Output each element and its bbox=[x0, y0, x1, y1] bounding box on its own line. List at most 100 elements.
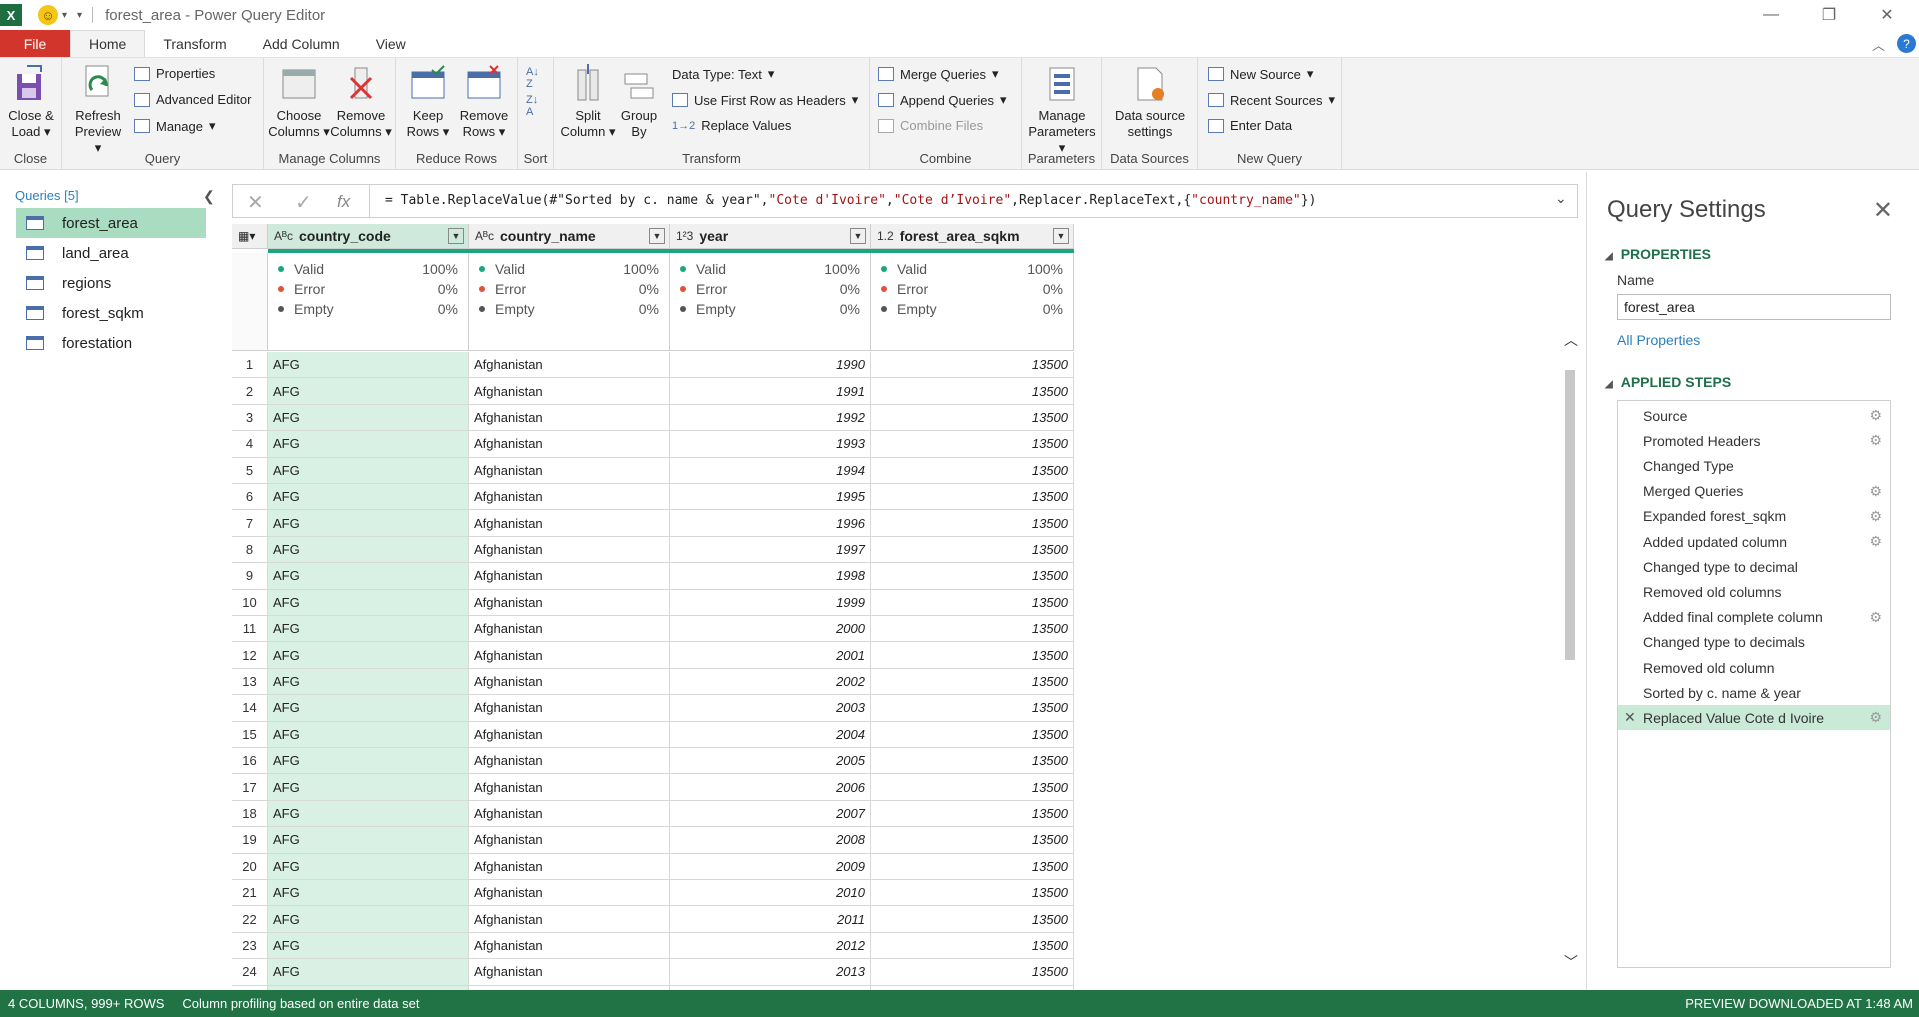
scroll-up-icon[interactable]: ︿ bbox=[1564, 330, 1578, 350]
cell-country-code[interactable]: AFG bbox=[268, 536, 469, 564]
row-number[interactable]: 11 bbox=[232, 616, 268, 643]
cell-country-code[interactable]: AFG bbox=[268, 563, 469, 590]
cell-country-name[interactable]: Afghanistan bbox=[469, 880, 670, 907]
data-type-dropdown[interactable]: Data Type: Text ▾ bbox=[672, 66, 774, 82]
cell-year[interactable]: 1994 bbox=[670, 457, 871, 484]
cell-forest-area-sqkm[interactable]: 13500 bbox=[871, 853, 1074, 880]
cell-year[interactable]: 2010 bbox=[670, 880, 871, 907]
table-row[interactable]: 15 AFG Afghanistan 2004 13500 bbox=[232, 721, 1074, 748]
applied-step[interactable]: Sorted by c. name & year bbox=[1618, 680, 1890, 705]
cell-country-name[interactable]: Afghanistan bbox=[469, 484, 670, 511]
decimal-type-icon[interactable]: 1.2 bbox=[877, 229, 894, 243]
cell-forest-area-sqkm[interactable]: 13500 bbox=[871, 457, 1074, 484]
help-icon[interactable]: ? bbox=[1897, 34, 1916, 53]
cell-country-code[interactable]: AFG bbox=[268, 906, 469, 933]
properties-button[interactable]: Properties bbox=[134, 66, 215, 81]
formula-input[interactable]: = Table.ReplaceValue(#"Sorted by c. name… bbox=[385, 193, 1316, 208]
cell-year[interactable]: 2001 bbox=[670, 642, 871, 669]
cell-year[interactable]: 1993 bbox=[670, 431, 871, 458]
cell-country-name[interactable]: Afghanistan bbox=[469, 589, 670, 616]
combine-files-button[interactable]: Combine Files bbox=[878, 118, 983, 133]
merge-queries-button[interactable]: Merge Queries ▾ bbox=[878, 66, 999, 82]
cell-country-name[interactable]: Afghanistan bbox=[469, 404, 670, 432]
table-row[interactable]: 18 AFG Afghanistan 2007 13500 bbox=[232, 800, 1074, 828]
query-item-land-area[interactable]: land_area bbox=[16, 238, 206, 268]
cell-country-code[interactable]: AFG bbox=[268, 932, 469, 960]
table-row[interactable]: 19 AFG Afghanistan 2008 13500 bbox=[232, 827, 1074, 854]
scroll-thumb[interactable] bbox=[1565, 370, 1575, 660]
cell-forest-area-sqkm[interactable]: 13500 bbox=[871, 827, 1074, 854]
cell-forest-area-sqkm[interactable]: 13500 bbox=[871, 404, 1074, 432]
cell-country-code[interactable]: AFG bbox=[268, 959, 469, 986]
column-header-country-code[interactable]: Aᴮᴄ country_code ▼ bbox=[268, 224, 469, 249]
cell-year[interactable]: 2011 bbox=[670, 906, 871, 933]
cell-country-code[interactable]: AFG bbox=[268, 510, 469, 537]
cell-forest-area-sqkm[interactable]: 13500 bbox=[871, 959, 1074, 986]
cancel-formula-icon[interactable]: ✕ bbox=[247, 190, 264, 215]
cell-country-name[interactable]: Afghanistan bbox=[469, 774, 670, 801]
commit-formula-icon[interactable]: ✓ bbox=[295, 190, 312, 215]
table-row[interactable]: 6 AFG Afghanistan 1995 13500 bbox=[232, 484, 1074, 511]
row-number[interactable]: 24 bbox=[232, 959, 268, 986]
cell-forest-area-sqkm[interactable]: 13500 bbox=[871, 721, 1074, 748]
manage-button[interactable]: Manage ▾ bbox=[134, 118, 216, 134]
filter-dropdown-icon[interactable]: ▼ bbox=[1053, 228, 1069, 244]
row-number[interactable]: 1 bbox=[232, 352, 268, 379]
number-type-icon[interactable]: 1²3 bbox=[676, 229, 693, 243]
cell-country-code[interactable]: AFG bbox=[268, 774, 469, 801]
cell-country-code[interactable]: AFG bbox=[268, 642, 469, 669]
sort-ascending-icon[interactable]: A↓ Z bbox=[526, 66, 539, 90]
step-settings-gear-icon[interactable]: ⚙ bbox=[1869, 508, 1882, 525]
cell-country-code[interactable]: AFG bbox=[268, 721, 469, 748]
cell-country-name[interactable]: Afghanistan bbox=[469, 748, 670, 775]
cell-country-code[interactable]: AFG bbox=[268, 378, 469, 405]
cell-country-name[interactable]: Afghanistan bbox=[469, 668, 670, 696]
cell-country-code[interactable]: AFG bbox=[268, 748, 469, 775]
cell-country-name[interactable]: Afghanistan bbox=[469, 563, 670, 590]
applied-step[interactable]: Expanded forest_sqkm ⚙ bbox=[1618, 504, 1890, 529]
table-row[interactable]: 21 AFG Afghanistan 2010 13500 bbox=[232, 880, 1074, 907]
cell-country-code[interactable]: AFG bbox=[268, 800, 469, 828]
close-load-button[interactable]: Close & Load ▾ bbox=[6, 64, 56, 140]
step-settings-gear-icon[interactable]: ⚙ bbox=[1869, 709, 1882, 726]
column-header-forest-area-sqkm[interactable]: 1.2 forest_area_sqkm ▼ bbox=[871, 224, 1074, 249]
cell-country-code[interactable]: AFG bbox=[268, 404, 469, 432]
query-item-forestation[interactable]: forestation bbox=[16, 328, 206, 358]
row-number[interactable]: 16 bbox=[232, 748, 268, 775]
cell-forest-area-sqkm[interactable]: 13500 bbox=[871, 880, 1074, 907]
tab-add-column[interactable]: Add Column bbox=[245, 30, 358, 57]
collapse-ribbon-icon[interactable]: ︿ bbox=[1872, 35, 1885, 54]
close-settings-icon[interactable]: ✕ bbox=[1873, 196, 1893, 225]
refresh-preview-button[interactable]: Refresh Preview ▾ bbox=[70, 64, 126, 156]
column-header-country-name[interactable]: Aᴮᴄ country_name ▼ bbox=[469, 224, 670, 249]
cell-country-name[interactable]: Afghanistan bbox=[469, 642, 670, 669]
applied-step[interactable]: ✕ Replaced Value Cote d Ivoire ⚙ bbox=[1618, 705, 1890, 731]
cell-country-code[interactable]: AFG bbox=[268, 695, 469, 722]
cell-country-name[interactable]: Afghanistan bbox=[469, 959, 670, 986]
cell-country-code[interactable]: AFG bbox=[268, 616, 469, 643]
table-row[interactable]: 4 AFG Afghanistan 1993 13500 bbox=[232, 431, 1074, 458]
cell-year[interactable]: 1998 bbox=[670, 563, 871, 590]
step-settings-gear-icon[interactable]: ⚙ bbox=[1869, 609, 1882, 626]
row-number[interactable]: 23 bbox=[232, 932, 268, 960]
vertical-scrollbar[interactable]: ︿ ﹀ bbox=[1562, 330, 1578, 990]
table-row[interactable]: 8 AFG Afghanistan 1997 13500 bbox=[232, 536, 1074, 564]
cell-country-name[interactable]: Afghanistan bbox=[469, 378, 670, 405]
cell-year[interactable]: 2000 bbox=[670, 616, 871, 643]
cell-forest-area-sqkm[interactable]: 13500 bbox=[871, 774, 1074, 801]
cell-year[interactable]: 2008 bbox=[670, 827, 871, 854]
tab-home[interactable]: Home bbox=[70, 30, 146, 57]
data-source-settings-button[interactable]: Data source settings bbox=[1110, 64, 1190, 140]
cell-country-code[interactable]: AFG bbox=[268, 827, 469, 854]
cell-forest-area-sqkm[interactable]: 13500 bbox=[871, 536, 1074, 564]
choose-columns-button[interactable]: Choose Columns ▾ bbox=[268, 64, 330, 140]
cell-year[interactable]: 1999 bbox=[670, 589, 871, 616]
applied-step[interactable]: Merged Queries ⚙ bbox=[1618, 479, 1890, 504]
cell-year[interactable]: 1996 bbox=[670, 510, 871, 537]
text-type-icon[interactable]: Aᴮᴄ bbox=[274, 229, 293, 243]
cell-country-name[interactable]: Afghanistan bbox=[469, 457, 670, 484]
row-number[interactable]: 17 bbox=[232, 774, 268, 801]
table-row[interactable]: 10 AFG Afghanistan 1999 13500 bbox=[232, 589, 1074, 616]
table-row[interactable]: 16 AFG Afghanistan 2005 13500 bbox=[232, 748, 1074, 775]
applied-steps-section[interactable]: ◢ APPLIED STEPS bbox=[1605, 374, 1731, 390]
